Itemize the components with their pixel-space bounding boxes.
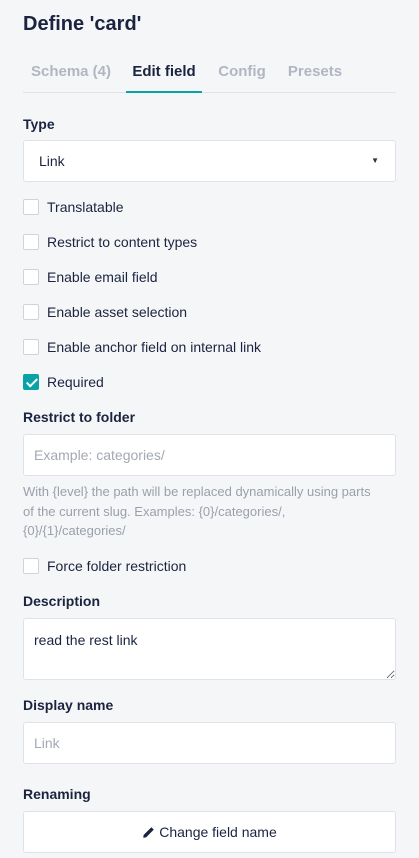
checkbox-label: Translatable <box>47 199 124 215</box>
checkbox-box-checked[interactable] <box>23 374 39 390</box>
restrict-folder-help: With {level} the path will be replaced d… <box>23 484 371 538</box>
restrict-folder-input[interactable] <box>23 434 396 476</box>
page-title: Define 'card' <box>23 13 142 35</box>
restrict-content-types-checkbox[interactable]: Restrict to content types <box>23 233 197 251</box>
checkbox-label: Enable asset selection <box>47 304 188 320</box>
checkbox-box[interactable] <box>23 304 39 320</box>
renaming-label: Renaming <box>23 786 91 802</box>
required-checkbox[interactable]: Required <box>23 373 104 391</box>
tab-config[interactable]: Config <box>212 58 272 93</box>
checkbox-box[interactable] <box>23 234 39 250</box>
restrict-folder-label: Restrict to folder <box>23 409 136 425</box>
checkbox-label: Enable anchor field on internal link <box>47 339 262 355</box>
caret-down-icon: ▼ <box>371 156 379 165</box>
change-field-name-button[interactable]: Change field name <box>23 811 396 853</box>
translatable-checkbox[interactable]: Translatable <box>23 198 124 216</box>
type-label: Type <box>23 116 55 132</box>
description-label: Description <box>23 593 101 609</box>
display-name-input[interactable] <box>23 722 396 764</box>
tab-bar: Schema (4) Edit field Config Presets <box>23 58 396 93</box>
checkbox-box[interactable] <box>23 558 39 574</box>
checkbox-box[interactable] <box>23 339 39 355</box>
type-select-value: Link <box>39 153 65 169</box>
tab-schema[interactable]: Schema (4) <box>23 58 119 93</box>
checkbox-label: Restrict to content types <box>47 234 198 250</box>
tab-presets[interactable]: Presets <box>282 58 348 93</box>
checkbox-label: Force folder restriction <box>47 558 187 574</box>
display-name-label: Display name <box>23 697 114 713</box>
pencil-icon <box>143 826 155 838</box>
type-select[interactable]: Link ▼ <box>23 140 396 182</box>
enable-asset-selection-checkbox[interactable]: Enable asset selection <box>23 303 187 321</box>
change-field-name-label: Change field name <box>159 824 277 840</box>
tab-edit-field[interactable]: Edit field <box>126 58 202 93</box>
enable-email-field-checkbox[interactable]: Enable email field <box>23 268 158 286</box>
checkbox-box[interactable] <box>23 199 39 215</box>
enable-anchor-field-checkbox[interactable]: Enable anchor field on internal link <box>23 338 261 356</box>
field-editor-panel: Define 'card' Schema (4) Edit field Conf… <box>23 0 396 858</box>
description-textarea[interactable]: read the rest link <box>23 618 396 680</box>
checkbox-label: Enable email field <box>47 269 158 285</box>
force-folder-restriction-checkbox[interactable]: Force folder restriction <box>23 557 186 575</box>
checkbox-box[interactable] <box>23 269 39 285</box>
checkbox-label: Required <box>47 374 104 390</box>
